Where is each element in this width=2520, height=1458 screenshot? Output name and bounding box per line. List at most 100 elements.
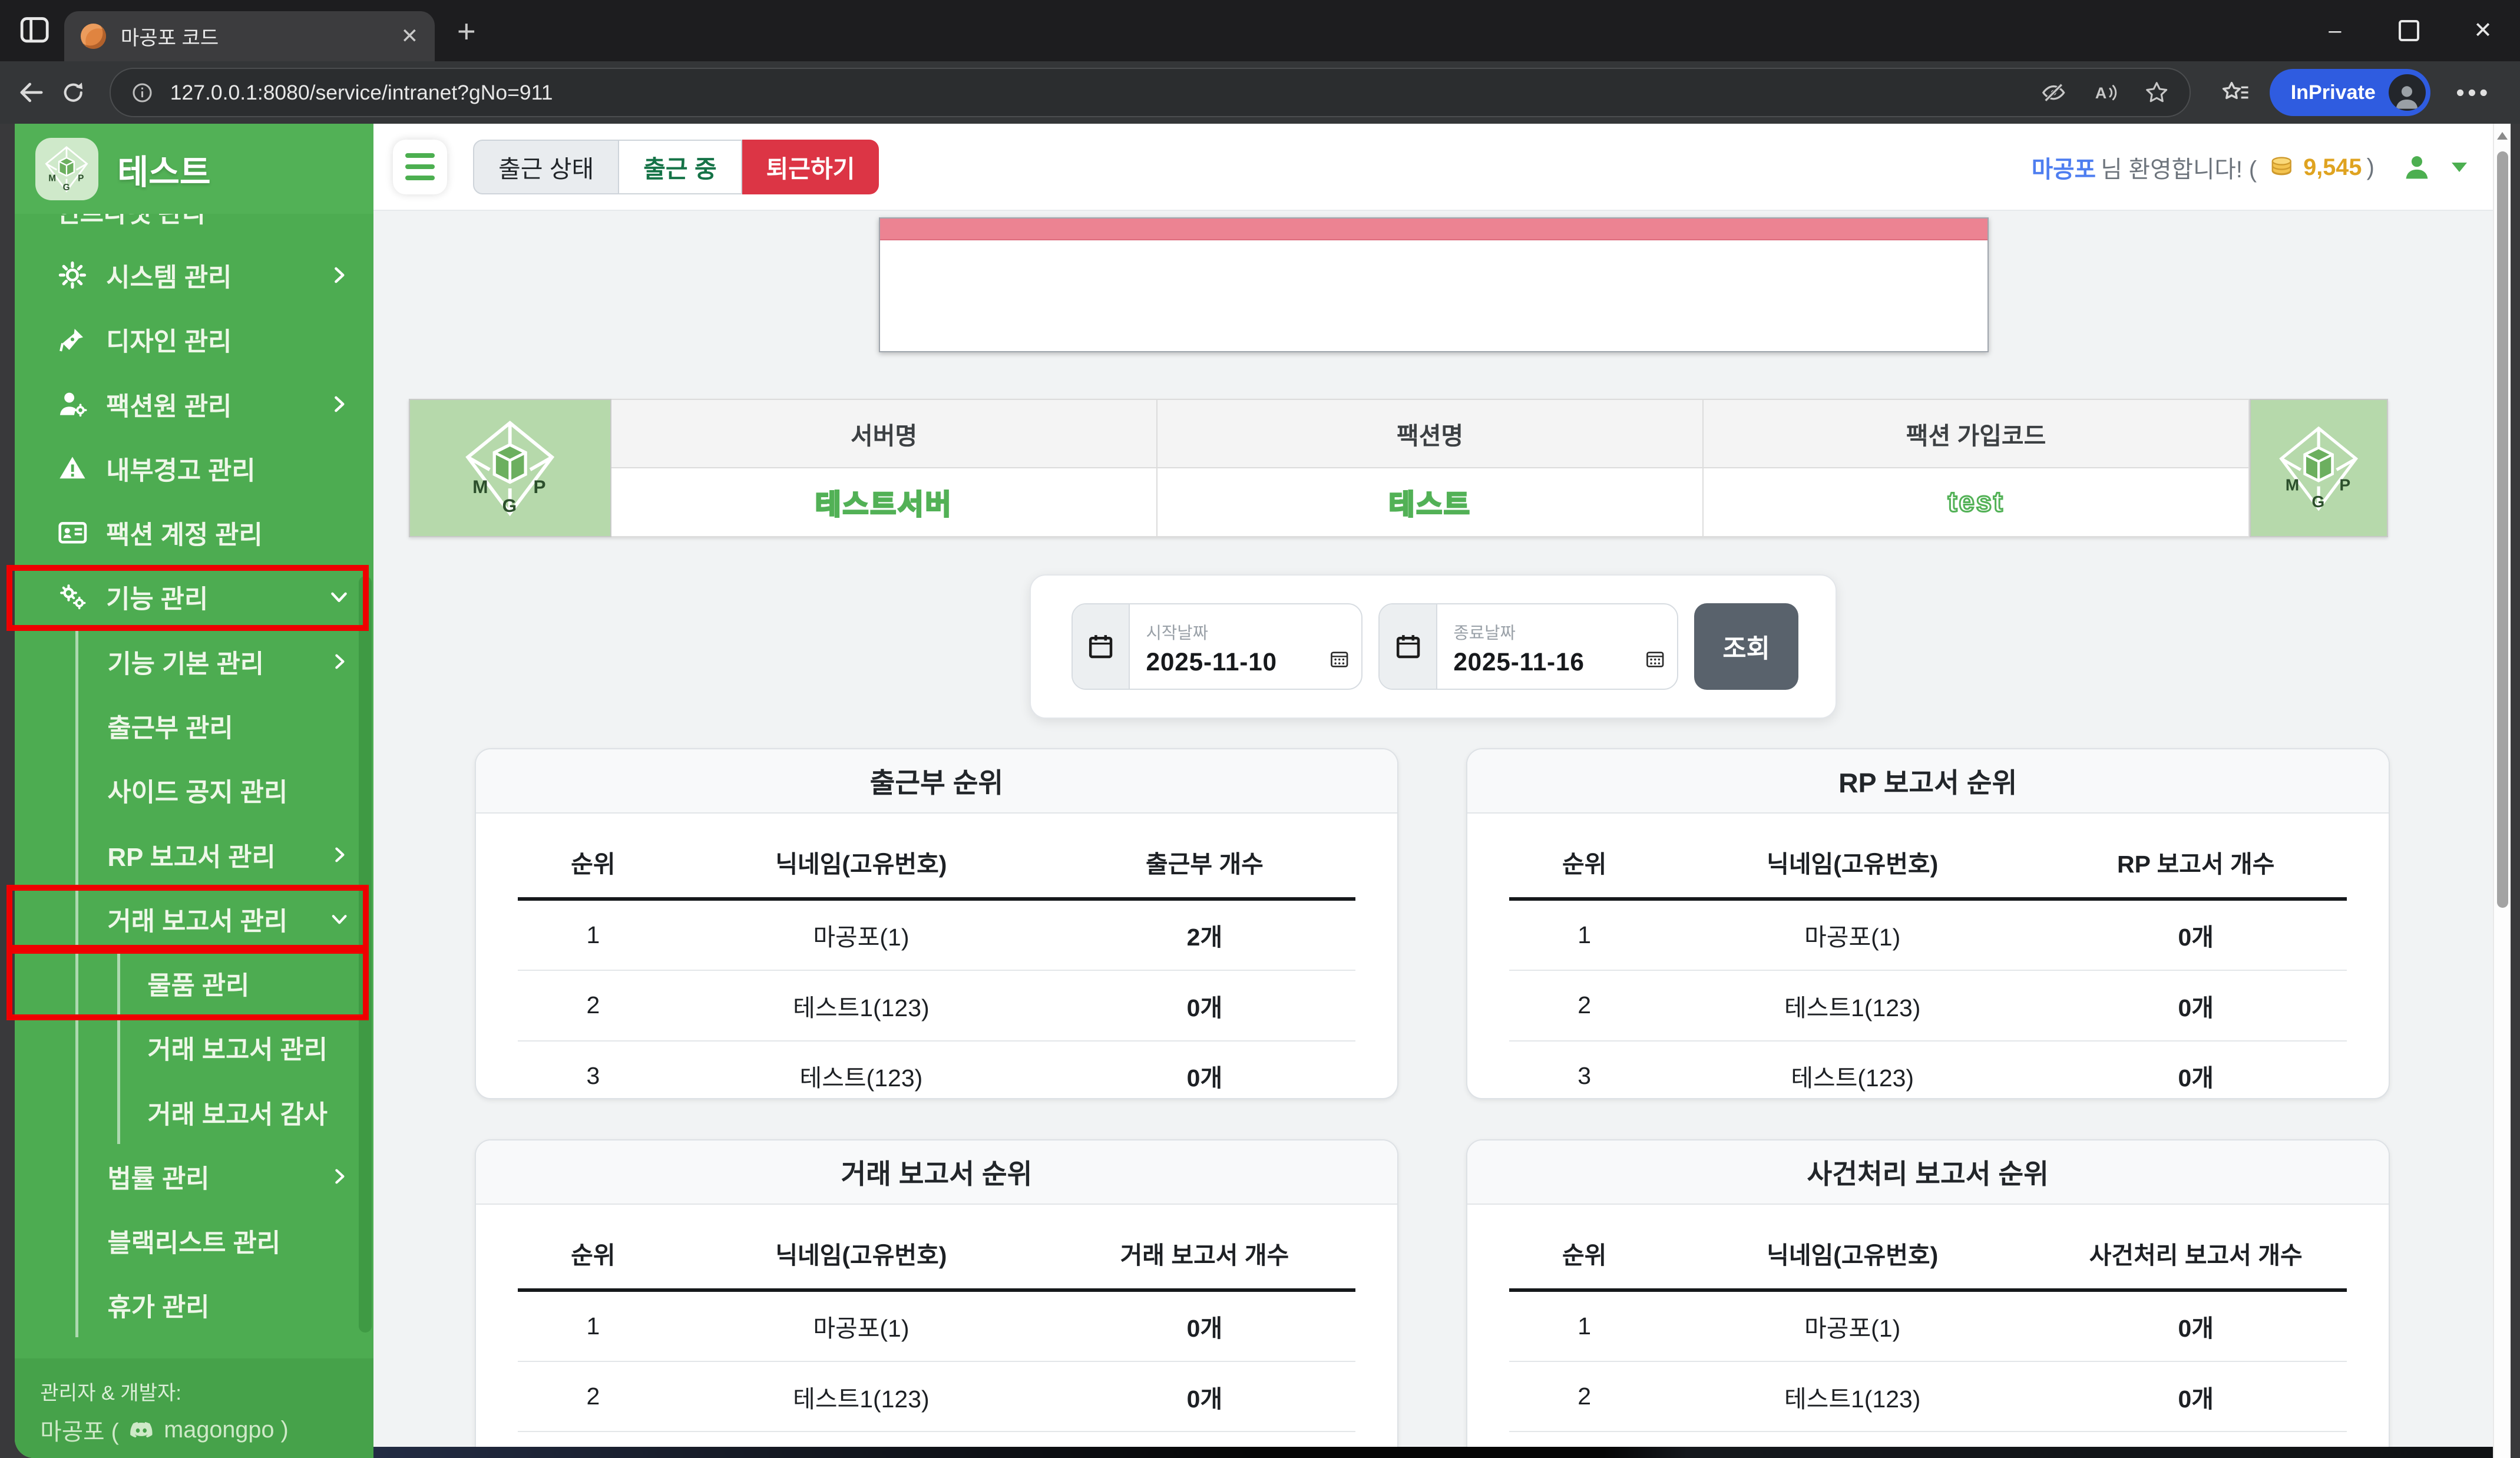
trade-ranking-card: 거래 보고서 순위 순위 닉네임(고유번호) 거래 보고서 개수 — [475, 1139, 1398, 1458]
brand-logo-icon[interactable] — [35, 138, 98, 201]
address-bar[interactable]: 127.0.0.1:8080/service/intranet?gNo=911 — [110, 68, 2191, 117]
footer-developer: 마공포 ( magongpo ) — [40, 1413, 348, 1447]
sidebar-item-trade-report-manage[interactable]: 거래 보고서 관리 — [120, 1016, 373, 1080]
annotation-box-features — [6, 565, 369, 631]
end-date-label: 종료날짜 — [1453, 624, 1516, 643]
browser-toolbar: 127.0.0.1:8080/service/intranet?gNo=911 … — [0, 61, 2520, 124]
user-name: 마공포 — [2032, 151, 2096, 184]
inprivate-badge[interactable]: InPrivate — [2270, 69, 2430, 115]
sidebar-item-accounts[interactable]: 팩션 계정 관리 — [15, 501, 373, 565]
maximize-button[interactable] — [2372, 0, 2446, 61]
date-picker-icon[interactable] — [1645, 649, 1666, 670]
inprivate-label: InPrivate — [2291, 81, 2376, 104]
tab-close-icon[interactable]: ✕ — [401, 26, 419, 47]
start-date-input[interactable]: 시작날짜 2025-11-10 — [1072, 603, 1362, 690]
browser-window: 마공포 코드 ✕ + – ✕ 127.0.0.1:8080/service/in… — [0, 0, 2520, 1458]
hamburger-menu-button[interactable] — [393, 140, 448, 194]
sidebar-item-feature-basic[interactable]: 기능 기본 관리 — [78, 629, 373, 693]
date-filter-card: 시작날짜 2025-11-10 종료날짜 2025-11-16 — [1030, 574, 1837, 718]
table-row: 2 테스트1(123) 0개 — [518, 1361, 1355, 1431]
minimize-button[interactable]: – — [2298, 0, 2372, 61]
tab-title: 마공포 코드 — [121, 21, 386, 51]
pen-icon — [57, 325, 89, 354]
caret-down-icon[interactable] — [2452, 163, 2467, 172]
calendar-icon — [1073, 604, 1130, 689]
page: 테스트 인트라넷 관리 시스템 관리 디자인 관리 — [15, 124, 2493, 1458]
read-aloud-icon[interactable] — [2092, 79, 2119, 106]
calendar-icon — [1380, 604, 1437, 689]
card-title: RP 보고서 순위 — [1467, 749, 2389, 814]
content: 서버명 팩션명 팩션 가입코드 테스트서버 테스트 test — [373, 211, 2493, 1458]
attendance-button-group: 출근 상태 출근 중 퇴근하기 — [473, 140, 879, 194]
annotation-box-goods — [6, 948, 369, 1020]
sidebar-item-law[interactable]: 법률 관리 — [78, 1144, 373, 1208]
coins-icon — [2268, 154, 2295, 181]
end-date-value[interactable]: 2025-11-16 — [1453, 648, 1664, 676]
chevron-right-icon — [328, 843, 350, 865]
faction-code-value: test — [1948, 486, 2005, 518]
sidebar-item-warning[interactable]: 내부경고 관리 — [15, 436, 373, 500]
table-row: 2 테스트1(123) 0개 — [1509, 1361, 2347, 1431]
sidebar-item-intranet[interactable]: 인트라넷 관리 — [15, 214, 373, 243]
working-status-button[interactable]: 출근 중 — [619, 140, 742, 194]
tracking-prevention-icon[interactable] — [2040, 79, 2067, 106]
table-row: 1 마공포(1) 0개 — [1509, 1290, 2347, 1361]
favorite-star-icon[interactable] — [2143, 79, 2170, 106]
sidebar-item-design[interactable]: 디자인 관리 — [15, 308, 373, 372]
chevron-right-icon — [328, 1165, 350, 1188]
id-card-icon — [57, 517, 89, 549]
scrollbar-up-arrow-icon[interactable] — [2497, 132, 2508, 140]
discord-icon — [128, 1417, 154, 1443]
browser-menu-button[interactable]: ••• — [2456, 79, 2491, 107]
sidebar-item-trade-report-audit[interactable]: 거래 보고서 감사 — [120, 1080, 373, 1144]
points-value: 9,545 — [2303, 154, 2362, 181]
refresh-button[interactable] — [59, 79, 87, 106]
clock-out-button[interactable]: 퇴근하기 — [742, 140, 879, 194]
back-button[interactable] — [16, 77, 47, 108]
sidebar-item-rp-report[interactable]: RP 보고서 관리 — [78, 822, 373, 887]
window-controls: – ✕ — [2298, 0, 2520, 61]
sidebar-item-members[interactable]: 팩션원 관리 — [15, 372, 373, 436]
start-date-label: 시작날짜 — [1146, 624, 1209, 643]
top-bar: 출근 상태 출근 중 퇴근하기 마공포 님 환영합니다! ( 9,545 ) — [373, 124, 2493, 211]
site-info-icon[interactable] — [130, 81, 154, 105]
incident-ranking-card: 사건처리 보고서 순위 순위 닉네임(고유번호) 사건처리 보고서 개수 — [1466, 1139, 2390, 1458]
card-title: 사건처리 보고서 순위 — [1467, 1140, 2389, 1205]
notice-box-header — [880, 219, 1988, 241]
scrollbar-thumb[interactable] — [2497, 151, 2508, 908]
sidebar-item-vacation[interactable]: 휴가 관리 — [78, 1273, 373, 1337]
sidebar-item-side-notice[interactable]: 사이드 공지 관리 — [78, 758, 373, 822]
profile-avatar[interactable] — [2389, 74, 2426, 111]
user-gear-icon — [57, 388, 89, 420]
new-tab-button[interactable]: + — [457, 16, 476, 48]
table-row: 3 테스트(123) 0개 — [1509, 1041, 2347, 1099]
table-row: 1 마공포(1) 0개 — [1509, 899, 2347, 970]
sidebar-item-blacklist[interactable]: 블랙리스트 관리 — [78, 1208, 373, 1272]
user-icon[interactable] — [2402, 152, 2432, 183]
sidebar-item-attendance[interactable]: 출근부 관리 — [78, 693, 373, 758]
attendance-status-button[interactable]: 출근 상태 — [473, 140, 619, 194]
sidebar-item-system[interactable]: 시스템 관리 — [15, 243, 373, 307]
favorites-list-icon[interactable] — [2220, 77, 2251, 108]
table-row: 1 마공포(1) 0개 — [518, 1290, 1355, 1361]
browser-tab[interactable]: 마공포 코드 ✕ — [64, 11, 434, 61]
start-date-value[interactable]: 2025-11-10 — [1146, 648, 1349, 676]
date-picker-icon[interactable] — [1329, 649, 1350, 670]
browser-tab-strip: 마공포 코드 ✕ + – ✕ — [0, 0, 2520, 61]
faction-name-value: 테스트 — [1388, 482, 1471, 523]
page-scrollbar[interactable] — [2493, 124, 2511, 1458]
chevron-right-icon — [327, 263, 351, 287]
url-text[interactable]: 127.0.0.1:8080/service/intranet?gNo=911 — [170, 81, 2024, 105]
attendance-ranking-table: 순위 닉네임(고유번호) 출근부 개수 1 마공포(1) 2개 — [518, 834, 1355, 1099]
end-date-input[interactable]: 종료날짜 2025-11-16 — [1378, 603, 1678, 690]
search-button[interactable]: 조회 — [1694, 603, 1799, 690]
sidebar-header: 테스트 — [15, 124, 373, 214]
faction-name-header: 팩션명 — [1158, 399, 1704, 468]
tab-list-icon[interactable] — [18, 13, 51, 47]
incident-ranking-table: 순위 닉네임(고유번호) 사건처리 보고서 개수 1 마공포(1) 0개 — [1509, 1225, 2347, 1458]
server-name-value: 테스트서버 — [815, 482, 953, 523]
close-button[interactable]: ✕ — [2446, 0, 2520, 61]
tab-favicon-icon — [81, 24, 107, 49]
card-title: 출근부 순위 — [476, 749, 1397, 814]
faction-code-header: 팩션 가입코드 — [1704, 399, 2250, 468]
